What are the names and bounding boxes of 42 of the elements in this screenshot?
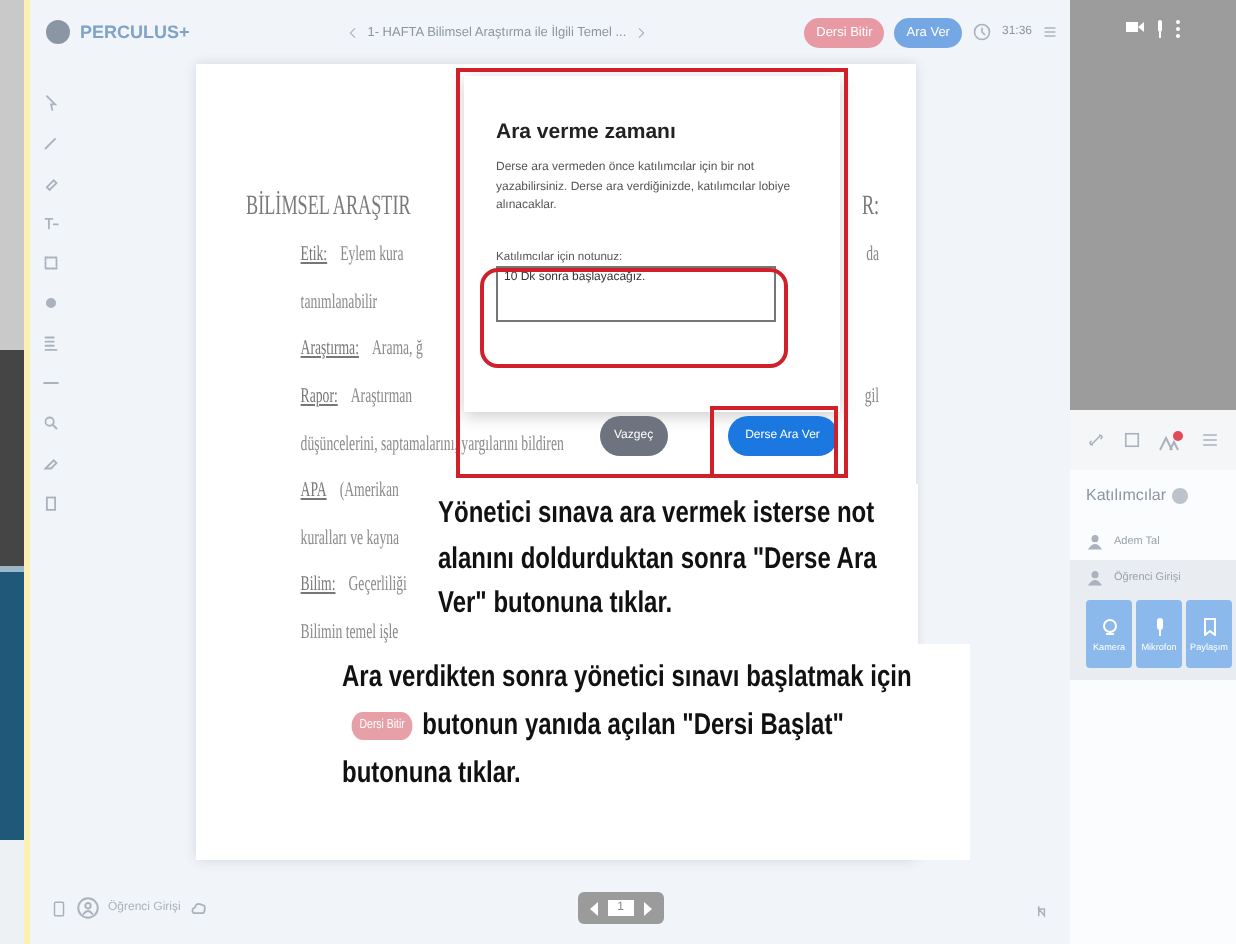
document-line: Bilimin temel işle [300, 622, 399, 645]
pen-icon[interactable] [39, 132, 61, 154]
document-line: APA (Amerikan [300, 480, 399, 503]
document-line: Araştırma: Arama, ğ [300, 338, 423, 361]
person-icon[interactable] [1086, 568, 1104, 588]
document-line-end: da [866, 244, 880, 267]
previous-page-icon[interactable] [589, 901, 600, 915]
document-line: kuralları ve kayna [300, 527, 400, 550]
document-line: düşüncelerini, saptamalarını, yargılarını bildiren [300, 433, 564, 456]
microphone-icon [1153, 617, 1165, 635]
bookmark-icon [1203, 617, 1215, 635]
camera-icon[interactable] [1126, 20, 1144, 34]
next-page-icon[interactable] [642, 901, 652, 915]
participants-title: Katılımcılar [1086, 486, 1167, 504]
dialog-title: Ara verme zamanı [496, 120, 678, 144]
chevron-left-icon[interactable] [345, 25, 360, 39]
document-line: Bilim: Geçerliliği [300, 574, 407, 597]
menu-icon[interactable] [1042, 24, 1058, 40]
user-icon[interactable] [76, 896, 100, 920]
cloud-icon[interactable] [188, 897, 211, 919]
chevron-right-icon[interactable] [634, 25, 649, 39]
person-icon[interactable] [1086, 532, 1104, 552]
document-line: Rapor: Araştırman [300, 386, 413, 409]
selection-icon[interactable] [39, 252, 61, 274]
document-line: Etik: Eylem kura [300, 244, 404, 267]
mic-icon[interactable] [1156, 20, 1164, 38]
notes-icon[interactable] [1122, 430, 1142, 450]
list-icon[interactable] [39, 332, 61, 354]
logo-icon [46, 20, 70, 44]
webcam-icon [1101, 617, 1117, 635]
document-line: tanımlanabilir [300, 291, 378, 314]
zoom-icon[interactable] [39, 412, 61, 434]
document-line-end: gil [864, 386, 880, 409]
text-icon[interactable] [39, 212, 61, 234]
document-line-end: R: [861, 192, 880, 224]
info-badge-icon [1172, 487, 1189, 503]
brand-name: PERCULUS+ [80, 22, 190, 42]
document-heading: BİLİMSEL ARAŞTIR [246, 192, 411, 224]
list-icon[interactable] [1200, 430, 1220, 450]
tablet-icon[interactable] [50, 897, 68, 919]
clock-icon[interactable] [971, 22, 992, 42]
people-icon[interactable] [1158, 429, 1184, 451]
